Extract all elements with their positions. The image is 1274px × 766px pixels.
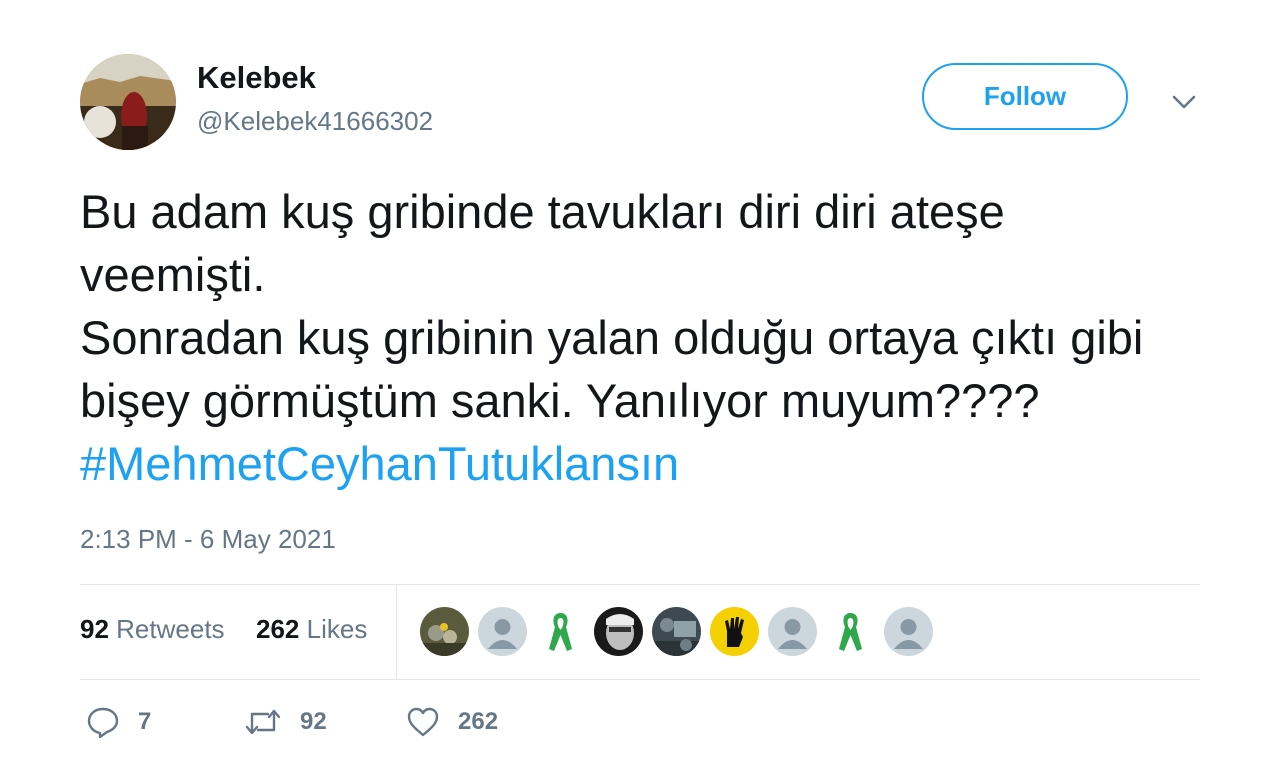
- liker-avatar[interactable]: [884, 607, 933, 656]
- liker-avatar[interactable]: [826, 607, 875, 656]
- retweet-action[interactable]: 92: [244, 705, 327, 739]
- user-avatar[interactable]: [80, 54, 176, 150]
- likes-count: 262: [256, 614, 300, 644]
- retweets-label: Retweets: [116, 614, 225, 644]
- liker-avatar[interactable]: [710, 607, 759, 656]
- liker-avatar[interactable]: [594, 607, 643, 656]
- follow-button[interactable]: Follow: [922, 63, 1128, 130]
- liker-avatar[interactable]: [536, 607, 585, 656]
- display-name[interactable]: Kelebek: [197, 60, 316, 96]
- like-count: 262: [458, 708, 499, 735]
- hashtag-link[interactable]: #MehmetCeyhanTutuklansın: [80, 437, 679, 490]
- divider: [80, 584, 1200, 585]
- liker-avatars: [420, 607, 933, 657]
- liker-avatar[interactable]: [478, 607, 527, 656]
- retweet-count: 92: [300, 708, 327, 735]
- likes-stat[interactable]: 262 Likes: [256, 614, 367, 645]
- likes-label: Likes: [306, 614, 368, 644]
- reply-count: 7: [138, 708, 152, 735]
- divider: [80, 679, 1200, 680]
- chevron-down-icon[interactable]: [1168, 86, 1200, 118]
- reply-icon: [87, 707, 119, 739]
- heart-icon: [407, 707, 439, 737]
- retweets-stat[interactable]: 92 Retweets: [80, 614, 225, 645]
- liker-avatar[interactable]: [768, 607, 817, 656]
- retweets-count: 92: [80, 614, 109, 644]
- tweet-body: Bu adam kuş gribinde tavukları diri diri…: [80, 185, 1144, 427]
- tweet-text: Bu adam kuş gribinde tavukları diri diri…: [80, 180, 1200, 495]
- liker-avatar[interactable]: [652, 607, 701, 656]
- reply-action[interactable]: 7: [86, 705, 151, 739]
- tweet-timestamp[interactable]: 2:13 PM - 6 May 2021: [80, 524, 336, 555]
- stats-divider: [396, 584, 397, 680]
- like-action[interactable]: 262: [406, 705, 498, 739]
- retweet-icon: [245, 709, 281, 735]
- user-handle[interactable]: @Kelebek41666302: [197, 106, 433, 137]
- liker-avatar[interactable]: [420, 607, 469, 656]
